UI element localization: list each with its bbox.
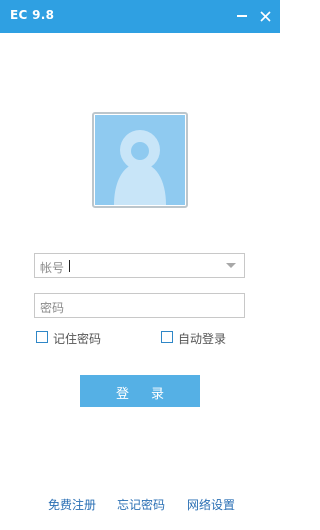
register-link[interactable]: 免费注册: [48, 496, 96, 513]
forgot-password-link[interactable]: 忘记密码: [117, 496, 165, 513]
close-button[interactable]: [255, 0, 277, 33]
remember-password-checkbox[interactable]: [36, 331, 48, 343]
chevron-down-icon[interactable]: [226, 263, 236, 268]
auto-login-checkbox[interactable]: [161, 331, 173, 343]
minimize-icon: [237, 15, 247, 17]
password-input[interactable]: 密码: [34, 293, 245, 318]
title-bar: EC 9.8: [0, 0, 280, 33]
minimize-button[interactable]: [232, 0, 254, 33]
user-avatar-icon: [95, 115, 185, 205]
app-title: EC 9.8: [10, 8, 55, 22]
login-button[interactable]: 登录: [80, 375, 200, 407]
avatar[interactable]: [92, 112, 188, 208]
password-placeholder: 密码: [40, 301, 65, 315]
text-caret: [69, 260, 70, 272]
auto-login-label[interactable]: 自动登录: [178, 330, 226, 347]
remember-password-label[interactable]: 记住密码: [53, 330, 101, 347]
close-icon: [260, 11, 271, 22]
login-button-label: 登录: [115, 386, 186, 401]
account-input[interactable]: 帐号: [34, 253, 245, 278]
network-settings-link[interactable]: 网络设置: [187, 496, 235, 513]
account-placeholder: 帐号: [40, 261, 65, 275]
